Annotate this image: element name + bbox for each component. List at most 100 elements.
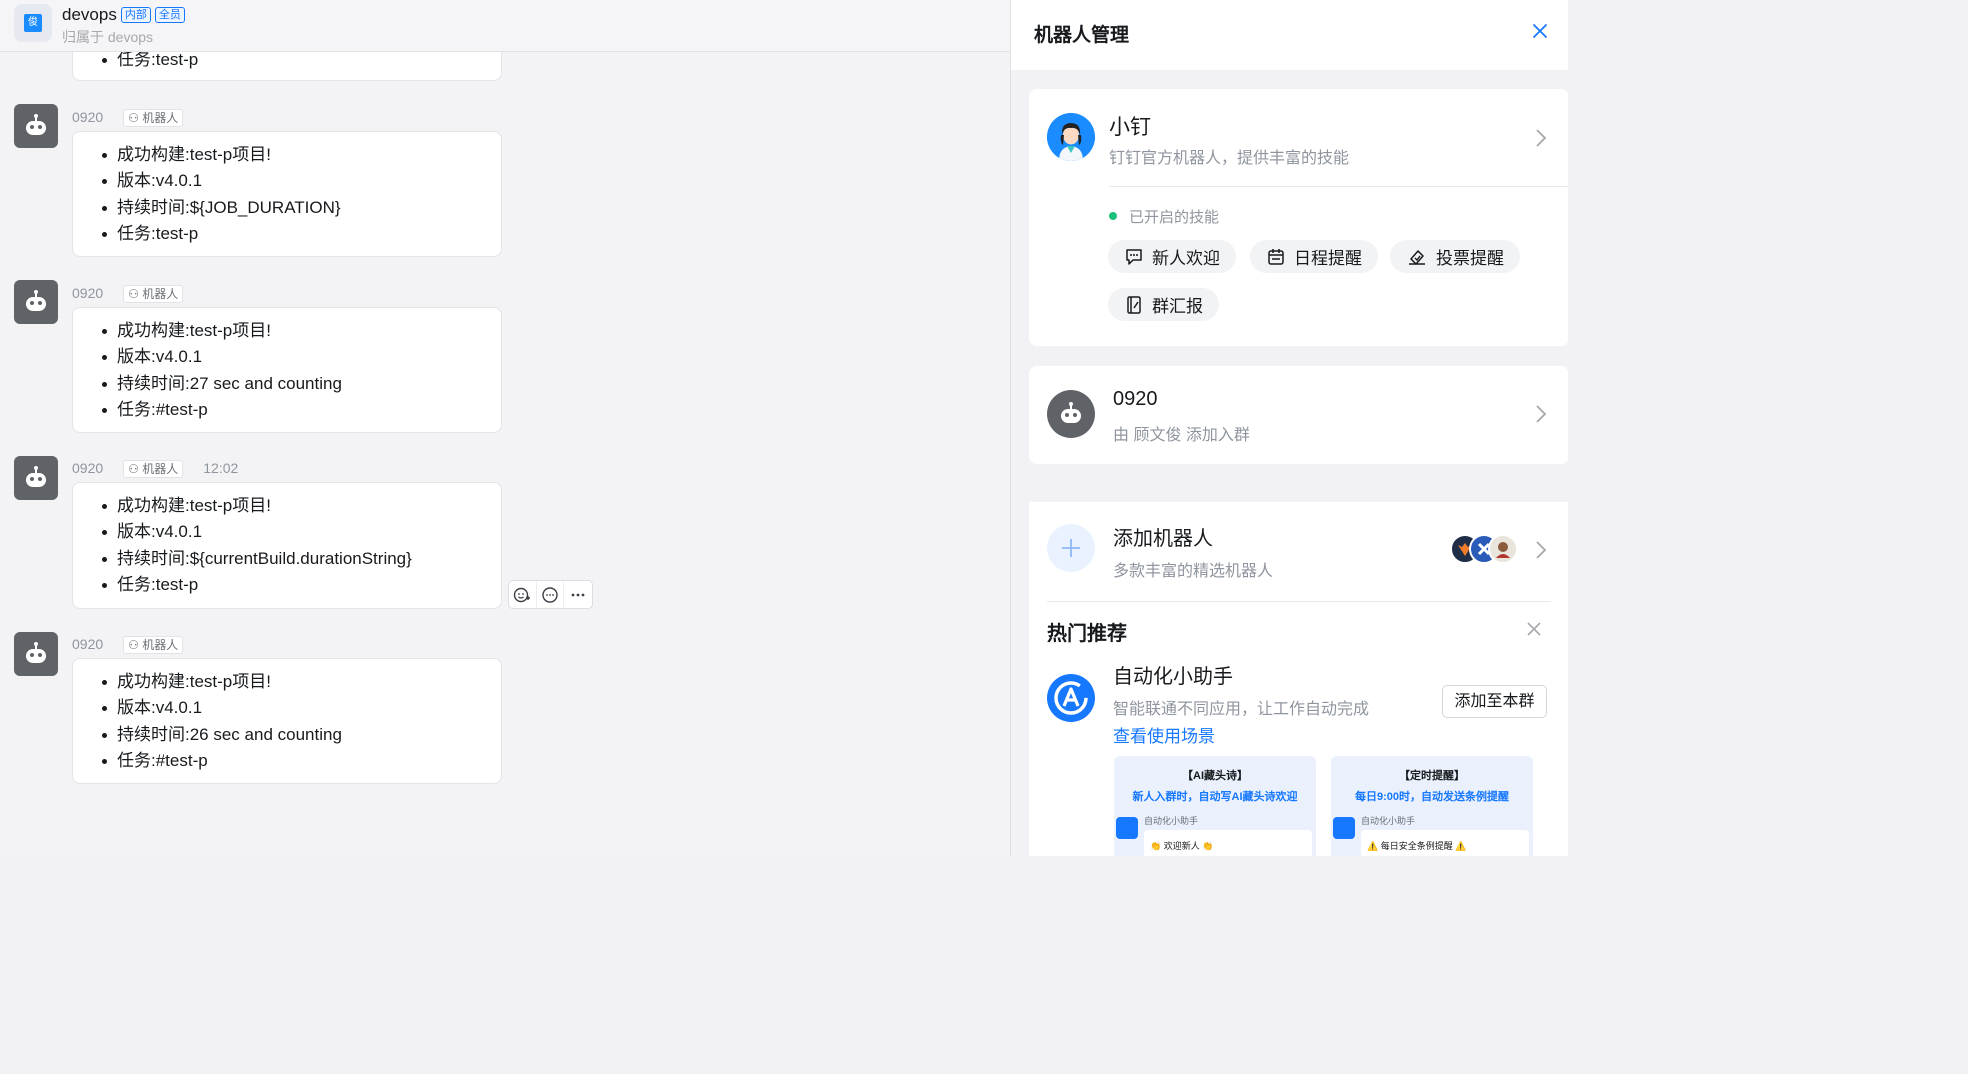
- automation-icon: [1333, 817, 1355, 839]
- emoji-plus-icon: [514, 587, 531, 602]
- robot-icon: [1061, 402, 1081, 423]
- close-hot-button[interactable]: [1525, 620, 1543, 638]
- group-subtitle: 归属于 devops: [62, 29, 154, 45]
- message-line: 任务:test-p: [99, 221, 501, 247]
- sender-name[interactable]: 0920: [72, 109, 103, 125]
- message-line: 版本:v4.0.1: [99, 344, 501, 370]
- tag-internal: 内部: [120, 7, 151, 23]
- skill-chip-vote[interactable]: 投票提醒: [1390, 240, 1520, 273]
- calendar-icon: [1268, 248, 1284, 265]
- message-line: 版本:v4.0.1: [99, 168, 501, 194]
- tag-all-members: 全员: [154, 7, 185, 23]
- reply-button[interactable]: [537, 581, 565, 608]
- message-line: 持续时间:${currentBuild.durationString}: [99, 546, 501, 572]
- report-icon: [1127, 295, 1141, 314]
- chevron-right-icon[interactable]: [1534, 127, 1548, 149]
- robot-icon: [26, 114, 46, 135]
- skill-chip-report[interactable]: 群汇报: [1108, 288, 1219, 321]
- add-reaction-button[interactable]: [509, 581, 537, 608]
- vote-icon: [1409, 249, 1425, 265]
- panel-title: 机器人管理: [1034, 25, 1130, 46]
- xiaoding-avatar[interactable]: [1047, 113, 1095, 161]
- message-meta: 0920 ⚇ 机器人: [72, 107, 184, 127]
- promo-message: 👏 欢迎新人 👏: [1144, 830, 1312, 856]
- view-scenarios-link[interactable]: 查看使用场景: [1113, 722, 1215, 747]
- message-line: 任务:#test-p: [99, 397, 501, 423]
- skill-chip-schedule[interactable]: 日程提醒: [1250, 240, 1378, 273]
- group-avatar[interactable]: 俊: [14, 4, 52, 42]
- message-line: 持续时间:${JOB_DURATION}: [99, 195, 501, 221]
- message-meta: 0920 ⚇ 机器人: [72, 634, 184, 654]
- add-robot-card: 添加机器人 多款丰富的精选机器人 热门推荐 自动化小助手 智能联通不同应用，让工…: [1029, 484, 1568, 856]
- message-bubble[interactable]: 成功构建:test-p项目! 版本:v4.0.1 持续时间:26 sec and…: [72, 658, 502, 784]
- status-dot: [1109, 212, 1117, 220]
- xiaoding-card: 小钉 钉钉官方机器人，提供丰富的技能 已开启的技能 新人欢迎 日程提醒 投票提醒…: [1029, 89, 1568, 346]
- message-line: 持续时间:27 sec and counting: [99, 371, 501, 397]
- robot-preview-avatar: [1488, 534, 1518, 564]
- skill-chip-welcome[interactable]: 新人欢迎: [1108, 240, 1236, 273]
- bot-0920-card[interactable]: 0920 由 顾文俊 添加入群: [1029, 366, 1568, 464]
- message-line: 任务:test-p: [99, 572, 501, 598]
- message-bubble[interactable]: 成功构建:test-p项目! 版本:v4.0.1 持续时间:27 sec and…: [72, 307, 502, 433]
- message-line: 任务:#test-p: [99, 748, 501, 774]
- panel-header: 机器人管理: [1011, 0, 1568, 70]
- group-name: devops: [62, 5, 117, 24]
- bot-avatar[interactable]: [14, 632, 58, 676]
- promo-card[interactable]: 【定时提醒】 每日9:00时，自动发送条例提醒 自动化小助手 ⚠️ 每日安全条例…: [1331, 756, 1533, 856]
- add-robot-button[interactable]: [1047, 524, 1095, 572]
- robot-badge-label: 机器人: [142, 287, 179, 301]
- promo-title: 【定时提醒】: [1399, 770, 1465, 782]
- chat-pane: 任务:test-p 俊 devops 内部 全员 归属于 devops 0920 ⚇ …: [0, 0, 1010, 856]
- bot-0920-name: 0920: [1113, 388, 1158, 410]
- divider: [1109, 186, 1568, 187]
- promo-message: ⚠️ 每日安全条例提醒 ⚠️: [1361, 830, 1529, 856]
- more-icon: [571, 593, 585, 596]
- plus-icon: [1062, 539, 1080, 557]
- robot-badge: ⚇ 机器人: [123, 285, 184, 303]
- message-line: 持续时间:26 sec and counting: [99, 722, 501, 748]
- message-bubble[interactable]: 成功构建:test-p项目! 版本:v4.0.1 持续时间:${JOB_DURA…: [72, 131, 502, 257]
- group-title[interactable]: devops 内部 全员: [62, 5, 185, 25]
- chevron-right-icon[interactable]: [1534, 403, 1548, 425]
- bot-0920-avatar: [1047, 390, 1095, 438]
- skill-chip-label: 群汇报: [1152, 297, 1203, 316]
- message-bubble[interactable]: 成功构建:test-p项目! 版本:v4.0.1 持续时间:${currentB…: [72, 482, 502, 609]
- more-button[interactable]: [564, 581, 592, 608]
- message-line: 成功构建:test-p项目!: [99, 669, 501, 695]
- message-meta: 0920 ⚇ 机器人 12:02: [72, 458, 238, 478]
- skill-chip-label: 新人欢迎: [1152, 249, 1220, 268]
- add-robot-title[interactable]: 添加机器人: [1113, 522, 1213, 551]
- message-line: 成功构建:test-p项目!: [99, 142, 501, 168]
- close-panel-button[interactable]: [1529, 20, 1551, 42]
- chat-header: 俊 devops 内部 全员 归属于 devops: [0, 0, 1010, 52]
- robot-icon: [26, 466, 46, 487]
- automation-assistant-desc: 智能联通不同应用，让工作自动完成: [1113, 701, 1370, 718]
- message-meta: 0920 ⚇ 机器人: [72, 283, 184, 303]
- bot-0920-desc: 由 顾文俊 添加入群: [1113, 427, 1250, 444]
- group-avatar-char: 俊: [24, 14, 42, 32]
- bot-avatar[interactable]: [14, 280, 58, 324]
- skills-label: 已开启的技能: [1129, 209, 1220, 226]
- promo-bot-name: 自动化小助手: [1144, 816, 1199, 826]
- xiaoding-desc: 钉钉官方机器人，提供丰富的技能: [1109, 150, 1350, 167]
- automation-assistant-logo[interactable]: [1047, 674, 1095, 722]
- chevron-right-icon[interactable]: [1534, 539, 1548, 561]
- comment-icon: [542, 586, 558, 603]
- bot-avatar[interactable]: [14, 456, 58, 500]
- robot-icon: [26, 642, 46, 663]
- sender-name[interactable]: 0920: [72, 636, 103, 652]
- add-to-group-button[interactable]: 添加至本群: [1442, 685, 1547, 718]
- butler-icon: [1496, 542, 1510, 558]
- message-time: 12:02: [203, 460, 239, 476]
- robot-badge: ⚇ 机器人: [123, 460, 184, 478]
- close-icon: [1533, 24, 1547, 38]
- sender-name[interactable]: 0920: [72, 285, 103, 301]
- divider: [1047, 601, 1551, 602]
- automation-icon: [1054, 681, 1088, 715]
- robot-badge-label: 机器人: [142, 111, 179, 125]
- bot-avatar[interactable]: [14, 104, 58, 148]
- chat-bubble-icon: [1126, 248, 1142, 265]
- message-line: 成功构建:test-p项目!: [99, 493, 501, 519]
- sender-name[interactable]: 0920: [72, 460, 103, 476]
- promo-card[interactable]: 【AI藏头诗】 新人入群时，自动写AI藏头诗欢迎 自动化小助手 👏 欢迎新人 👏: [1114, 756, 1316, 856]
